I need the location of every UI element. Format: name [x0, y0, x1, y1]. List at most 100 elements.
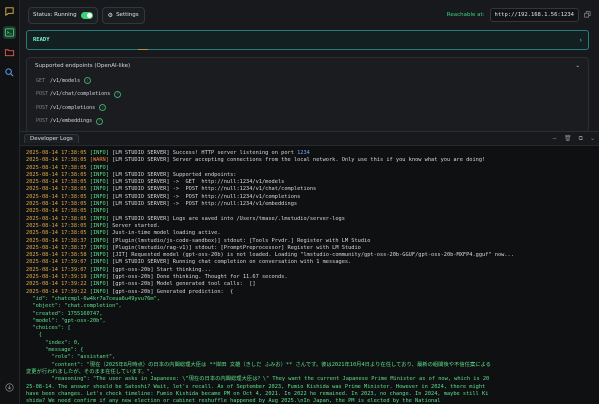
log-timestamp: 2025-08-14 17:38:05	[26, 222, 90, 229]
log-message: Just-in-time model loading active.	[108, 230, 221, 237]
left-rail	[0, 0, 20, 404]
help-icon[interactable]: ?	[99, 104, 107, 112]
ready-label: READY	[33, 37, 50, 43]
log-level: [INFO]	[89, 266, 109, 273]
log-level: [INFO]	[89, 201, 109, 208]
chevron-right-icon: ›	[579, 36, 582, 44]
log-line: 2025-08-14 17:38:05 [INFO] [LM STUDIO SE…	[26, 216, 593, 223]
log-level: [INFO]	[89, 171, 109, 178]
tab-developer-logs[interactable]: Developer Logs	[24, 134, 79, 143]
log-message: Server started.	[108, 222, 160, 229]
log-line: 2025-08-14 17:39:22 [INFO] [gpt-oss-20b]…	[26, 289, 593, 296]
log-timestamp: 2025-08-14 17:39:19	[26, 274, 90, 281]
log-timestamp: 2025-08-14 17:38:58	[26, 252, 90, 259]
log-line: 2025-08-14 17:38:05 [INFO]	[26, 208, 593, 215]
endpoints-header[interactable]: Supported endpoints (OpenAI-like) ⌄	[27, 58, 588, 74]
log-line: 2025-08-14 17:38:05 [INFO]	[26, 165, 593, 172]
log-json-line: "index": 0,	[26, 339, 81, 346]
search-icon[interactable]	[3, 66, 16, 79]
log-timestamp: 2025-08-14 17:38:05	[26, 157, 90, 164]
log-level: [INFO]	[89, 164, 109, 171]
chat-icon[interactable]	[3, 5, 16, 18]
log-timestamp: 2025-08-14 17:38:05	[26, 201, 90, 208]
endpoint-row: GET /v1/models ?	[27, 74, 588, 88]
log-level: [INFO]	[89, 150, 109, 156]
log-level: [INFO]	[89, 288, 109, 295]
log-timestamp: 2025-08-14 17:38:05	[26, 193, 90, 200]
log-message: [LM STUDIO SERVER] Running chat completi…	[108, 259, 352, 266]
log-json-line: shida? We need confirm if any new electi…	[26, 398, 441, 404]
endpoint-method: GET	[36, 77, 46, 84]
log-timestamp: 2025-08-14 17:39:07	[26, 259, 90, 266]
minimize-icon[interactable]: −	[552, 135, 557, 143]
log-timestamp: 2025-08-14 17:38:05	[26, 171, 90, 178]
help-icon[interactable]: ?	[96, 117, 104, 125]
server-panel: Status: Running ⚙ Settings Reachable at:…	[20, 0, 599, 133]
copy-icon[interactable]	[584, 10, 591, 20]
help-icon[interactable]: ?	[84, 77, 92, 85]
log-level: [INFO]	[89, 259, 109, 266]
log-message: [gpt-oss-20b] Done thinking. Thought for…	[108, 274, 288, 281]
log-message: [LM STUDIO SERVER] -> GET http://null:12…	[108, 179, 285, 186]
log-actions: − 🗑 ⧉ ⌄	[552, 135, 595, 143]
running-toggle[interactable]	[80, 11, 93, 19]
log-line: 2025-08-14 17:38:05 [INFO] Just-in-time …	[26, 230, 593, 237]
log-json-line: "reasoning": "The user asks in Japanese:…	[26, 376, 490, 383]
developer-logs-panel: Developer Logs − 🗑 ⧉ ⌄ 2025-08-14 17:38:…	[20, 131, 599, 404]
endpoint-path: /v1/models	[50, 77, 81, 84]
ready-banner[interactable]: READY ›	[26, 30, 589, 50]
log-line: 2025-08-14 17:38:05 [INFO] [LM STUDIO SE…	[26, 172, 593, 179]
log-level: [INFO]	[89, 244, 109, 251]
log-line: 2025-08-14 17:38:05 [INFO] [LM STUDIO SE…	[26, 179, 593, 186]
log-line: 2025-08-14 17:39:19 [INFO] [gpt-oss-20b]…	[26, 274, 593, 281]
log-timestamp: 2025-08-14 17:39:22	[26, 288, 90, 295]
settings-label: Settings	[116, 12, 139, 18]
log-json-line: "id": "chatcmpl-6w4kr7a7ceua6u49yvu76m",	[26, 295, 160, 302]
log-message: [Plugin(lmstudio/js-code-sandbox)] stdou…	[108, 237, 371, 244]
endpoints-panel: Supported endpoints (OpenAI-like) ⌄ GET …	[26, 57, 589, 133]
endpoint-row: POST /v1/embeddings ?	[27, 115, 588, 129]
popout-icon[interactable]: ⧉	[579, 135, 583, 143]
log-message: [LM STUDIO SERVER] -> POST http://null:1…	[108, 193, 301, 200]
log-level: [INFO]	[89, 186, 109, 193]
log-level: [INFO]	[89, 237, 109, 244]
download-icon[interactable]	[3, 381, 16, 394]
log-line: 2025-08-14 17:39:07 [INFO] [LM STUDIO SE…	[26, 259, 593, 266]
developer-icon[interactable]	[3, 26, 16, 39]
trash-icon[interactable]: 🗑	[564, 135, 572, 143]
log-json-line: "message": {	[26, 347, 84, 354]
log-line: 2025-08-14 17:38:05 [INFO] Server starte…	[26, 223, 593, 230]
server-url[interactable]: http://192.168.1.56:1234	[489, 8, 579, 22]
chevron-down-icon[interactable]: ⌄	[590, 135, 595, 143]
log-json-line: 25-08-14. The answer should be Satoshi? …	[26, 383, 486, 390]
help-icon[interactable]: ?	[114, 90, 122, 98]
status-label: Status: Running	[33, 12, 77, 18]
status-toggle[interactable]: Status: Running	[28, 6, 98, 24]
log-line: 2025-08-14 17:39:22 [INFO] [gpt-oss-20b]…	[26, 281, 593, 288]
log-message: [LM STUDIO SERVER] -> POST http://null:1…	[108, 201, 298, 208]
chevron-down-icon[interactable]: ⌄	[575, 63, 580, 69]
log-level: [INFO]	[89, 281, 109, 288]
log-message: [gpt-oss-20b] Generated prediction: {	[108, 288, 234, 295]
endpoint-row: POST /v1/chat/completions ?	[27, 88, 588, 102]
log-json-line: "created": 1755160747,	[26, 310, 103, 317]
endpoint-method: POST	[36, 104, 49, 111]
log-timestamp: 2025-08-14 17:39:22	[26, 281, 90, 288]
log-line: 2025-08-14 17:38:05 [INFO] [LM STUDIO SE…	[26, 201, 593, 208]
log-timestamp: 2025-08-14 17:38:37	[26, 237, 90, 244]
folder-icon[interactable]	[3, 46, 16, 59]
log-level: [INFO]	[89, 215, 109, 222]
log-line: 2025-08-14 17:39:07 [INFO] [gpt-oss-20b]…	[26, 267, 593, 274]
log-level: [WARN]	[89, 157, 109, 164]
log-line: 2025-08-14 17:38:05 [INFO] [LM STUDIO SE…	[26, 150, 593, 157]
log-port: 1234	[297, 150, 310, 156]
log-line: 2025-08-14 17:38:05 [WARN] [LM STUDIO SE…	[26, 157, 593, 164]
log-message: [Plugin(lmstudio/rag-v1)] stdout: [Promp…	[108, 244, 361, 251]
log-level: [INFO]	[89, 179, 109, 186]
log-json-line: "content": "現在（2025年8月時点）の日本の内閣総理大臣は **岸…	[26, 361, 491, 368]
settings-button[interactable]: ⚙ Settings	[101, 6, 145, 24]
endpoint-path: /v1/completions	[50, 104, 96, 111]
log-message: [LM STUDIO SERVER] Supported endpoints:	[108, 171, 237, 178]
log-timestamp: 2025-08-14 17:39:07	[26, 266, 90, 273]
log-json-line: "choices": [	[26, 325, 71, 332]
